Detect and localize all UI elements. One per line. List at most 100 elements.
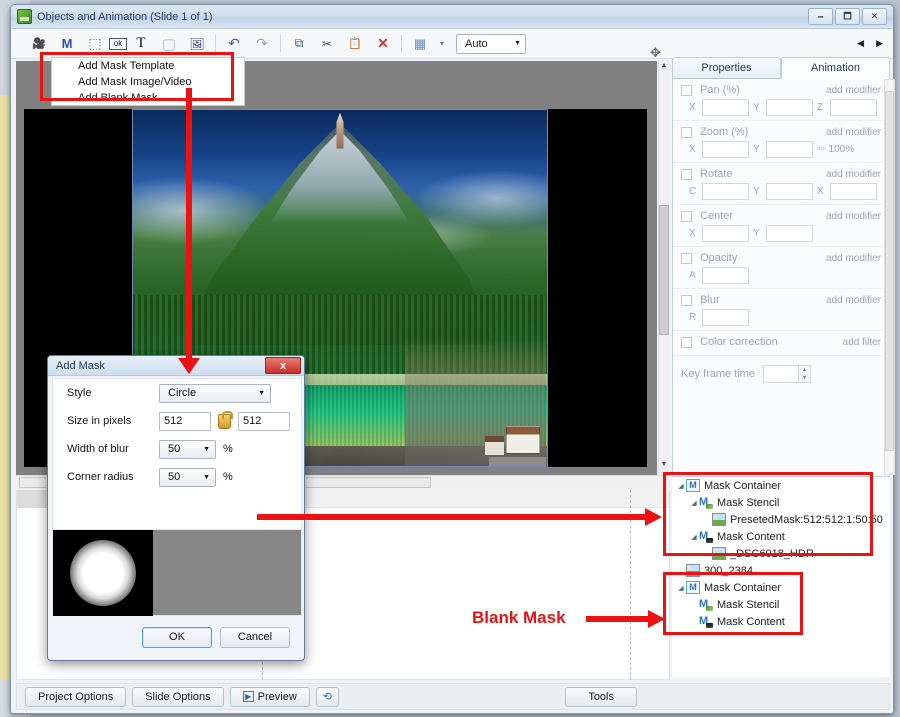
pan-checkbox[interactable] [681, 85, 692, 96]
tree-label: 300_2384 [704, 565, 753, 577]
color-correction-checkbox[interactable] [681, 337, 692, 348]
zoom-y-input[interactable] [766, 141, 813, 158]
delete-icon[interactable]: ✕ [369, 32, 397, 56]
grid-icon[interactable]: ▦ [406, 32, 434, 56]
window-controls: 🗕 🗖 ✕ [808, 8, 887, 25]
zoom-add-modifier[interactable]: add modifier [826, 127, 881, 138]
key-frame-time-input[interactable]: ▲▼ [763, 365, 811, 383]
blur-r-input[interactable] [702, 309, 749, 326]
tree-row-preseted-mask[interactable]: PresetedMask:512:512:1:50:50 [672, 511, 890, 528]
rotate-checkbox[interactable] [681, 169, 692, 180]
pan-x-input[interactable] [702, 99, 749, 116]
size-width-input[interactable]: 512 [159, 412, 211, 431]
tree-row-mask-container-1[interactable]: ◢ M Mask Container [672, 477, 890, 494]
grid-dropdown-caret-icon[interactable]: ▾ [434, 32, 450, 56]
expand-arrow-icon[interactable]: ◢ [689, 533, 699, 541]
corner-radius-select[interactable]: 50 ▼ [159, 468, 216, 487]
canvas-scroll-up-icon[interactable]: ▲ [659, 62, 669, 74]
minimize-button[interactable]: 🗕 [808, 8, 833, 25]
opacity-add-modifier[interactable]: add modifier [826, 253, 881, 264]
tree-row-mask-container-2[interactable]: ◢ M Mask Container [672, 579, 890, 596]
rect-icon[interactable]: ▢ [155, 32, 183, 56]
right-panel-scroll-thumb[interactable] [885, 91, 894, 451]
chevron-down-icon: ▼ [203, 474, 210, 481]
tree-row-mask-stencil-2[interactable]: M Mask Stencil [672, 596, 890, 613]
zoom-x-input[interactable] [702, 141, 749, 158]
opacity-a-input[interactable] [702, 267, 749, 284]
expand-arrow-icon[interactable]: ◢ [676, 584, 686, 592]
video-icon[interactable]: 🎥 [25, 32, 53, 56]
expand-arrow-icon[interactable]: ◢ [689, 499, 699, 507]
expand-arrow-icon[interactable]: ◢ [676, 482, 686, 490]
menu-item-add-mask-template[interactable]: Add Mask Template [52, 58, 244, 74]
maximize-button[interactable]: 🗖 [835, 8, 860, 25]
close-button[interactable]: ✕ [862, 8, 887, 25]
blur-add-modifier[interactable]: add modifier [826, 295, 881, 306]
tree-row-300-2384[interactable]: 300_2384 [672, 562, 890, 579]
ok-button[interactable]: OK [142, 627, 212, 648]
rotate-c-input[interactable] [702, 183, 749, 200]
image-icon[interactable]: 🖼 [183, 32, 211, 56]
tab-properties[interactable]: Properties [672, 57, 781, 79]
loop-icon[interactable]: ⟲ [316, 687, 339, 707]
copy-icon[interactable]: ⧉ [285, 32, 313, 56]
slide-options-button[interactable]: Slide Options [132, 687, 223, 707]
button-icon[interactable]: ok [109, 38, 127, 50]
title-bar: Objects and Animation (Slide 1 of 1) 🗕 🗖… [11, 5, 893, 29]
move-handle-icon[interactable]: ✥ [650, 45, 661, 61]
key-frame-time-spinner[interactable]: ▲▼ [798, 366, 810, 382]
nav-next-icon[interactable]: ▶ [876, 38, 883, 49]
color-correction-add-filter[interactable]: add filter [843, 337, 881, 348]
style-select[interactable]: Circle ▼ [159, 384, 271, 403]
tools-button[interactable]: Tools [565, 687, 637, 707]
style-value: Circle [168, 387, 196, 399]
tree-row-dsc6018[interactable]: _DSC6018_HDR [672, 545, 890, 562]
cancel-button[interactable]: Cancel [220, 627, 290, 648]
pan-add-modifier[interactable]: add modifier [826, 85, 881, 96]
blur-label: Blur [700, 294, 720, 306]
pan-y-input[interactable] [766, 99, 813, 116]
menu-item-add-mask-image-video[interactable]: Add Mask Image/Video [52, 74, 244, 90]
canvas-vertical-scroll-thumb[interactable] [659, 205, 669, 335]
tree-row-mask-stencil-1[interactable]: ◢ M Mask Stencil [672, 494, 890, 511]
pan-z-input[interactable] [830, 99, 877, 116]
paste-icon[interactable]: 📋 [341, 32, 369, 56]
center-checkbox[interactable] [681, 211, 692, 222]
aspect-link-icon[interactable]: ⚯ [817, 144, 825, 155]
size-height-input[interactable]: 512 [238, 412, 290, 431]
mask-icon[interactable]: M [53, 32, 81, 56]
tree-row-mask-content-1[interactable]: ◢ M Mask Content [672, 528, 890, 545]
property-group-pan: Pan (%) add modifier X Y Z [673, 79, 889, 121]
project-options-button[interactable]: Project Options [25, 687, 126, 707]
background-yellow-strip [0, 95, 10, 680]
blur-width-select[interactable]: 50 ▼ [159, 440, 216, 459]
rotate-x-input[interactable] [830, 183, 877, 200]
undo-icon[interactable]: ↶ [220, 32, 248, 56]
center-add-modifier[interactable]: add modifier [826, 211, 881, 222]
center-y-input[interactable] [766, 225, 813, 242]
opacity-checkbox[interactable] [681, 253, 692, 264]
objects-tree[interactable]: ◢ M Mask Container ◢ M Mask Stencil Pres… [672, 477, 890, 677]
rotate-y-input[interactable] [766, 183, 813, 200]
opacity-label: Opacity [700, 252, 737, 264]
cut-icon[interactable]: ✂ [313, 32, 341, 56]
menu-item-add-blank-mask[interactable]: Add Blank Mask [52, 90, 244, 106]
rotate-add-modifier[interactable]: add modifier [826, 169, 881, 180]
tab-animation[interactable]: Animation [781, 57, 890, 79]
add-mask-menu[interactable]: Add Mask Template Add Mask Image/Video A… [51, 57, 245, 106]
timeline-marker-right [630, 490, 631, 680]
tree-row-mask-content-2[interactable]: M Mask Content [672, 613, 890, 630]
canvas-scroll-down-icon[interactable]: ▼ [659, 461, 669, 473]
frame-icon[interactable]: ⬚ [81, 32, 109, 56]
mask-preview-circle [70, 540, 136, 606]
zoom-select[interactable]: Auto ▼ [456, 34, 526, 54]
lock-icon[interactable] [218, 414, 231, 429]
preview-button[interactable]: ▶ Preview [230, 687, 310, 707]
redo-icon[interactable]: ↷ [248, 32, 276, 56]
dialog-close-button[interactable]: x [265, 357, 301, 374]
blur-checkbox[interactable] [681, 295, 692, 306]
center-x-input[interactable] [702, 225, 749, 242]
zoom-checkbox[interactable] [681, 127, 692, 138]
nav-prev-icon[interactable]: ◀ [857, 38, 864, 49]
text-icon[interactable]: T [127, 32, 155, 56]
